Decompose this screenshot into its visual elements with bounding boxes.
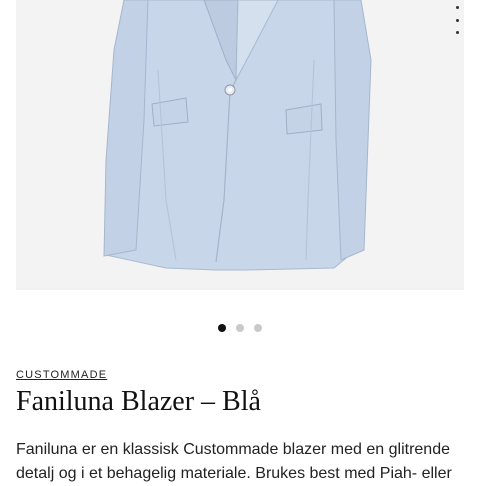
carousel-dot-3[interactable] — [254, 324, 262, 332]
more-vertical-icon[interactable] — [450, 6, 464, 34]
carousel-indicators — [0, 322, 480, 334]
blazer-illustration — [103, 0, 372, 271]
product-description: Faniluna er en klassisk Custommade blaze… — [16, 441, 452, 482]
brand-link[interactable]: CUSTOMMADE — [16, 369, 107, 381]
carousel-dot-2[interactable] — [236, 324, 244, 332]
carousel-dot-1[interactable] — [218, 324, 226, 332]
product-image[interactable] — [16, 0, 464, 290]
product-title: Faniluna Blazer – Blå — [16, 386, 261, 417]
